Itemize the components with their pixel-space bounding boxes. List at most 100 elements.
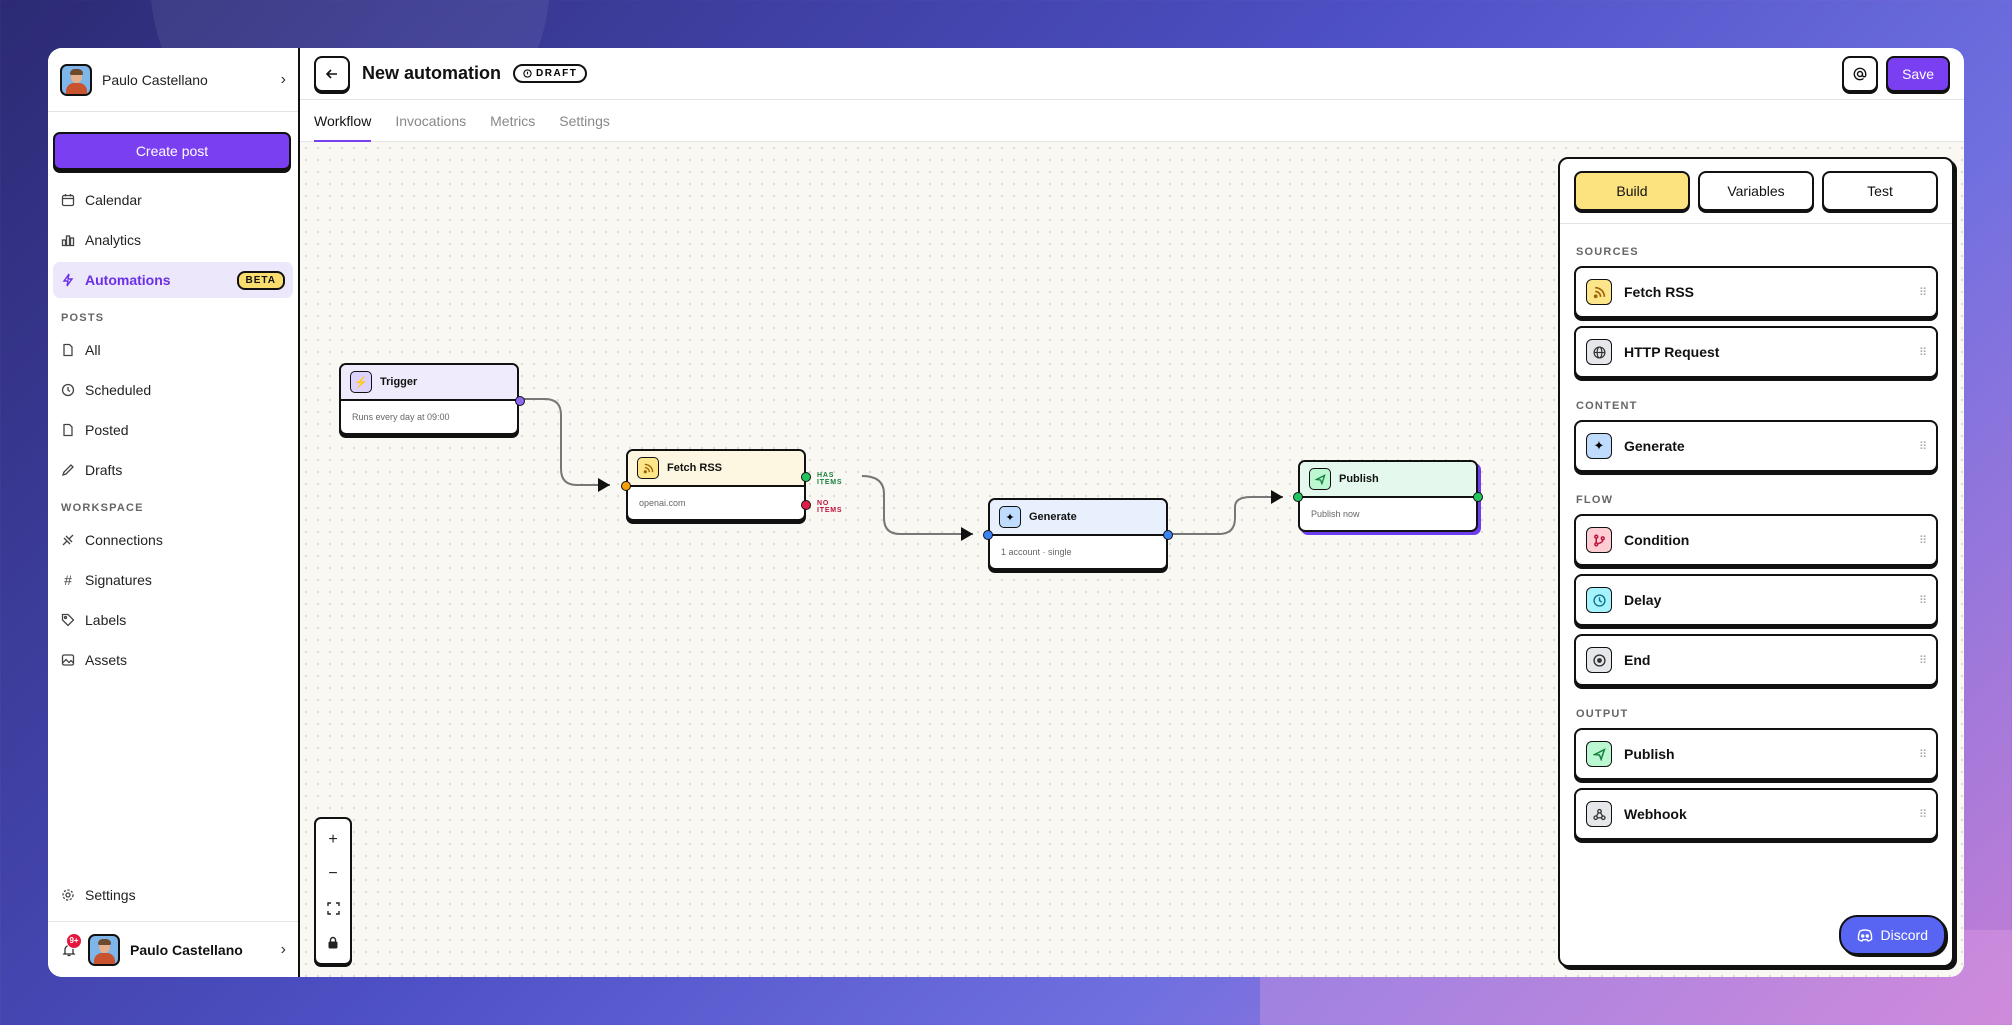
drag-handle-icon[interactable]: ⠿ — [1919, 594, 1927, 607]
send-icon — [1586, 741, 1612, 767]
bolt-icon: ⚡ — [350, 371, 372, 393]
tab-build[interactable]: Build — [1574, 171, 1690, 211]
arrow-head — [1271, 490, 1283, 504]
page-title: New automation — [362, 63, 502, 83]
tab-test[interactable]: Test — [1822, 171, 1938, 211]
at-sign-icon — [1853, 67, 1867, 80]
draft-icon — [523, 69, 532, 78]
sidebar-item-label: Drafts — [85, 462, 123, 478]
tab-metrics[interactable]: Metrics — [490, 100, 535, 141]
rss-icon — [1586, 279, 1612, 305]
sidebar-item-settings[interactable]: Settings — [53, 877, 293, 913]
sidebar-item-signatures[interactable]: # Signatures — [53, 562, 293, 598]
tab-variables[interactable]: Variables — [1698, 171, 1814, 211]
share-button[interactable] — [1842, 55, 1879, 92]
clock-icon — [1586, 587, 1612, 613]
sidebar-item-label: Connections — [85, 532, 163, 548]
sidebar-item-connections[interactable]: Connections — [53, 522, 293, 558]
node-subtitle: 1 account · single — [1001, 547, 1072, 557]
drag-handle-icon[interactable]: ⠿ — [1919, 440, 1927, 453]
input-port[interactable] — [1293, 492, 1303, 502]
sidebar-item-automations[interactable]: Automations BETA — [53, 262, 293, 298]
node-fetch-rss[interactable]: Fetch RSS openai.com HAS ITEMS NO ITEMS — [621, 449, 842, 521]
panel-tabs: Build Variables Test — [1560, 159, 1952, 224]
zoom-controls: + − — [314, 817, 352, 965]
drag-handle-icon[interactable]: ⠿ — [1919, 748, 1927, 761]
tab-settings[interactable]: Settings — [559, 100, 610, 141]
sidebar-bottom: Settings 9+ Paulo Castellano › — [48, 873, 298, 977]
library-item-generate[interactable]: ✦ Generate ⠿ — [1574, 420, 1938, 472]
node-publish[interactable]: Publish Publish now — [1293, 460, 1483, 532]
tag-icon — [61, 613, 75, 627]
sidebar-item-label: Signatures — [85, 572, 152, 588]
create-post-button[interactable]: Create post — [53, 132, 291, 170]
no-items-label: NO ITEMS — [817, 500, 843, 514]
back-button[interactable] — [314, 55, 350, 92]
hash-icon: # — [64, 572, 72, 588]
library-item-publish[interactable]: Publish ⠿ — [1574, 728, 1938, 780]
sidebar-item-labels[interactable]: Labels — [53, 602, 293, 638]
zoom-out-icon[interactable]: − — [328, 862, 337, 886]
library-item-label: HTTP Request — [1624, 344, 1720, 360]
input-port[interactable] — [983, 530, 993, 540]
bar-chart-icon — [61, 233, 75, 247]
discord-button[interactable]: Discord — [1838, 915, 1946, 955]
stop-icon — [1586, 647, 1612, 673]
output-port[interactable] — [1473, 492, 1483, 502]
notifications-button[interactable]: 9+ — [60, 932, 82, 959]
lock-icon[interactable] — [327, 930, 339, 954]
drag-handle-icon[interactable]: ⠿ — [1919, 534, 1927, 547]
output-port[interactable] — [515, 396, 525, 406]
no-items-port[interactable] — [801, 500, 811, 510]
has-items-port[interactable] — [801, 472, 811, 482]
edge-fetch-generate — [861, 475, 973, 535]
branch-icon — [1586, 527, 1612, 553]
library-item-label: Webhook — [1624, 806, 1687, 822]
drag-handle-icon[interactable]: ⠿ — [1919, 654, 1927, 667]
image-icon — [61, 653, 75, 667]
posts-section-label: POSTS — [61, 312, 105, 324]
profile-switcher[interactable]: Paulo Castellano › — [48, 48, 298, 112]
output-port[interactable] — [1163, 530, 1173, 540]
library-item-condition[interactable]: Condition ⠿ — [1574, 514, 1938, 566]
webhook-icon — [1586, 801, 1612, 827]
sidebar-item-calendar[interactable]: Calendar — [53, 182, 293, 218]
sidebar-item-drafts[interactable]: Drafts — [53, 452, 293, 488]
library-item-delay[interactable]: Delay ⠿ — [1574, 574, 1938, 626]
library-item-label: Fetch RSS — [1624, 284, 1695, 300]
node-trigger[interactable]: ⚡ Trigger Runs every day at 09:00 — [339, 363, 525, 435]
zoom-in-icon[interactable]: + — [328, 828, 337, 852]
library-item-end[interactable]: End ⠿ — [1574, 634, 1938, 686]
node-title: Fetch RSS — [667, 462, 723, 474]
node-generate[interactable]: ✦ Generate 1 account · single — [983, 498, 1173, 570]
library-item-fetch-rss[interactable]: Fetch RSS ⠿ — [1574, 266, 1938, 318]
sidebar-item-scheduled[interactable]: Scheduled — [53, 372, 293, 408]
node-header: Fetch RSS — [628, 451, 804, 487]
main-area: New automation DRAFT Save Workflow Invoc… — [300, 48, 1964, 977]
library-item-http-request[interactable]: HTTP Request ⠿ — [1574, 326, 1938, 378]
library-item-webhook[interactable]: Webhook ⠿ — [1574, 788, 1938, 840]
sidebar-item-assets[interactable]: Assets — [53, 642, 293, 678]
has-items-label: HAS ITEMS — [817, 472, 843, 486]
node-header: ✦ Generate — [990, 500, 1166, 536]
sidebar-item-posted[interactable]: Posted — [53, 412, 293, 448]
arrow-head — [598, 478, 610, 492]
sidebar-item-analytics[interactable]: Analytics — [53, 222, 293, 258]
input-port[interactable] — [621, 481, 631, 491]
avatar — [60, 63, 92, 96]
save-button[interactable]: Save — [1886, 55, 1950, 92]
tab-invocations[interactable]: Invocations — [395, 100, 466, 141]
drag-handle-icon[interactable]: ⠿ — [1919, 808, 1927, 821]
drag-handle-icon[interactable]: ⠿ — [1919, 286, 1927, 299]
send-icon — [1309, 468, 1331, 490]
flow-section-label: FLOW — [1576, 494, 1614, 506]
sources-section-label: SOURCES — [1576, 246, 1639, 258]
tab-workflow[interactable]: Workflow — [314, 100, 372, 142]
node-subtitle: Publish now — [1311, 509, 1360, 519]
sidebar-item-all[interactable]: All — [53, 332, 293, 368]
node-header: Publish — [1300, 462, 1476, 498]
fit-view-icon[interactable] — [326, 896, 340, 920]
bottom-profile[interactable]: 9+ Paulo Castellano › — [48, 921, 298, 977]
drag-handle-icon[interactable]: ⠿ — [1919, 346, 1927, 359]
avatar — [88, 933, 120, 966]
